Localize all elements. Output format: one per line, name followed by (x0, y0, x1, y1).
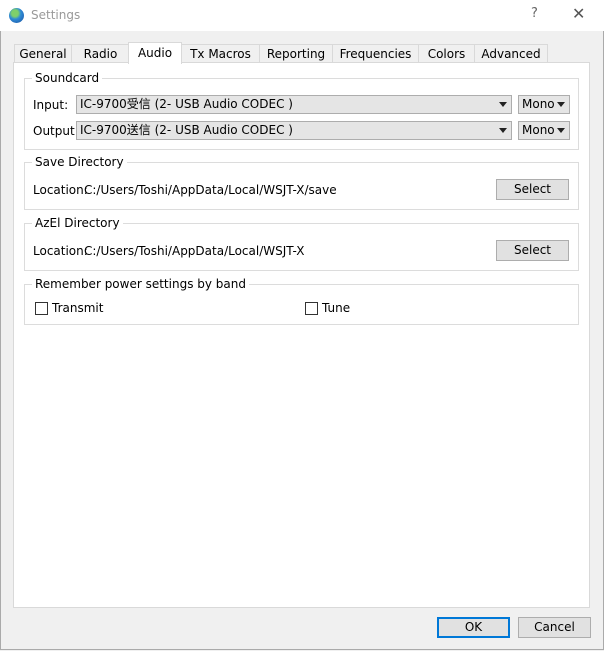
save-directory-group: Save Directory Location: C:/Users/Toshi/… (24, 155, 579, 210)
save-location-path: C:/Users/Toshi/AppData/Local/WSJT-X/save (84, 183, 337, 197)
input-device-select[interactable]: IC-9700受信 (2- USB Audio CODEC ) (76, 95, 512, 114)
transmit-checkbox[interactable] (35, 302, 48, 315)
output-channel-value: Mono (522, 123, 555, 137)
dropdown-arrow-icon (499, 102, 507, 107)
tab-advanced[interactable]: Advanced (474, 44, 548, 63)
window-title: Settings (31, 8, 81, 22)
dropdown-arrow-icon (499, 128, 507, 133)
output-label: Output: (33, 124, 79, 138)
save-location-label: Location: (33, 183, 88, 197)
save-directory-title: Save Directory (32, 155, 127, 169)
output-device-value: IC-9700送信 (2- USB Audio CODEC ) (80, 123, 293, 137)
input-label: Input: (33, 98, 69, 112)
audio-panel: Soundcard Input: IC-9700受信 (2- USB Audio… (13, 62, 590, 608)
tab-audio[interactable]: Audio (128, 42, 182, 64)
dropdown-arrow-icon (557, 128, 565, 133)
dropdown-arrow-icon (557, 102, 565, 107)
azel-location-path: C:/Users/Toshi/AppData/Local/WSJT-X (84, 244, 305, 258)
app-globe-icon (9, 8, 24, 23)
help-button[interactable]: ? (531, 6, 538, 21)
cancel-button[interactable]: Cancel (518, 617, 591, 638)
soundcard-group-title: Soundcard (32, 71, 103, 85)
save-select-button[interactable]: Select (496, 179, 569, 200)
tab-frequencies[interactable]: Frequencies (332, 44, 419, 63)
input-channel-value: Mono (522, 97, 555, 111)
power-settings-title: Remember power settings by band (32, 277, 249, 291)
tune-checkbox[interactable] (305, 302, 318, 315)
azel-directory-title: AzEl Directory (32, 216, 123, 230)
tab-reporting[interactable]: Reporting (259, 44, 333, 63)
azel-location-label: Location: (33, 244, 88, 258)
tab-colors[interactable]: Colors (418, 44, 475, 63)
tab-radio[interactable]: Radio (71, 44, 130, 63)
close-button[interactable]: ✕ (572, 4, 585, 23)
output-device-select[interactable]: IC-9700送信 (2- USB Audio CODEC ) (76, 121, 512, 140)
output-channel-select[interactable]: Mono (518, 121, 570, 140)
transmit-label: Transmit (52, 301, 104, 315)
tab-general[interactable]: General (14, 44, 72, 63)
tab-tx-macros[interactable]: Tx Macros (181, 44, 260, 63)
tune-label: Tune (322, 301, 351, 315)
title-bar: Settings ? ✕ (0, 0, 604, 31)
input-channel-select[interactable]: Mono (518, 95, 570, 114)
soundcard-group: Soundcard Input: IC-9700受信 (2- USB Audio… (24, 71, 579, 150)
azel-select-button[interactable]: Select (496, 240, 569, 261)
azel-directory-group: AzEl Directory Location: C:/Users/Toshi/… (24, 216, 579, 271)
input-device-value: IC-9700受信 (2- USB Audio CODEC ) (80, 97, 293, 111)
power-settings-group: Remember power settings by band Transmit… (24, 277, 579, 325)
ok-button[interactable]: OK (437, 617, 510, 638)
